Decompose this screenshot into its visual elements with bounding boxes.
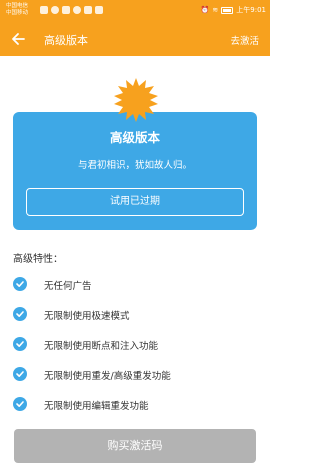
activate-link[interactable]: 去激活 <box>230 33 259 47</box>
alarm-icon: ⏰ <box>200 6 210 14</box>
page-title: 高级版本 <box>44 34 88 47</box>
list-item: 无限制使用编辑重发功能 <box>13 396 253 416</box>
feature-label: 无限制使用编辑重发功能 <box>44 401 149 412</box>
wifi-icon: ≋ <box>212 6 219 14</box>
app-bar: 高级版本 去激活 <box>0 22 270 56</box>
feature-label: 无任何广告 <box>44 281 92 292</box>
sun-badge-icon <box>114 78 158 122</box>
card-subtitle: 与君初相识，犹如故人归。 <box>77 160 192 171</box>
notification-icon <box>62 6 70 14</box>
status-bar: 中国电信 中国移动 ⏰ ≋ 上午9:01 <box>0 0 270 22</box>
version-card: 高级版本 与君初相识，犹如故人归。 试用已过期 <box>13 112 257 230</box>
buy-activation-code-button[interactable]: 购买激活码 <box>14 429 256 463</box>
notification-icon <box>40 6 48 14</box>
list-item: 无限制使用极速模式 <box>13 306 253 326</box>
check-icon <box>13 397 27 411</box>
check-icon <box>13 367 27 381</box>
battery-icon <box>221 6 234 14</box>
feature-label: 无限制使用断点和注入功能 <box>44 341 159 352</box>
notification-icons <box>40 6 103 14</box>
features-heading: 高级特性： <box>13 254 63 265</box>
check-icon <box>13 307 27 321</box>
card-title: 高级版本 <box>109 130 160 145</box>
feature-label: 无限制使用极速模式 <box>44 311 130 322</box>
list-item: 无限制使用重发/高级重发功能 <box>13 366 253 386</box>
list-item: 无限制使用断点和注入功能 <box>13 336 253 356</box>
carrier-line-2: 中国移动 <box>6 10 29 16</box>
status-right: ⏰ ≋ 上午9:01 <box>201 5 266 15</box>
carrier-info: 中国电信 中国移动 <box>6 3 28 17</box>
clock: 上午9:01 <box>236 6 266 14</box>
notification-icon <box>95 6 103 14</box>
trial-status-button[interactable]: 试用已过期 <box>26 188 244 216</box>
notification-icon <box>84 6 92 14</box>
check-icon <box>13 277 27 291</box>
feature-label: 无限制使用重发/高级重发功能 <box>44 371 171 382</box>
back-arrow-icon[interactable] <box>10 31 26 47</box>
check-icon <box>13 337 27 351</box>
carrier-line-1: 中国电信 <box>6 3 29 9</box>
notification-icon <box>73 6 81 14</box>
notification-icon <box>51 6 59 14</box>
list-item: 无任何广告 <box>13 276 253 296</box>
